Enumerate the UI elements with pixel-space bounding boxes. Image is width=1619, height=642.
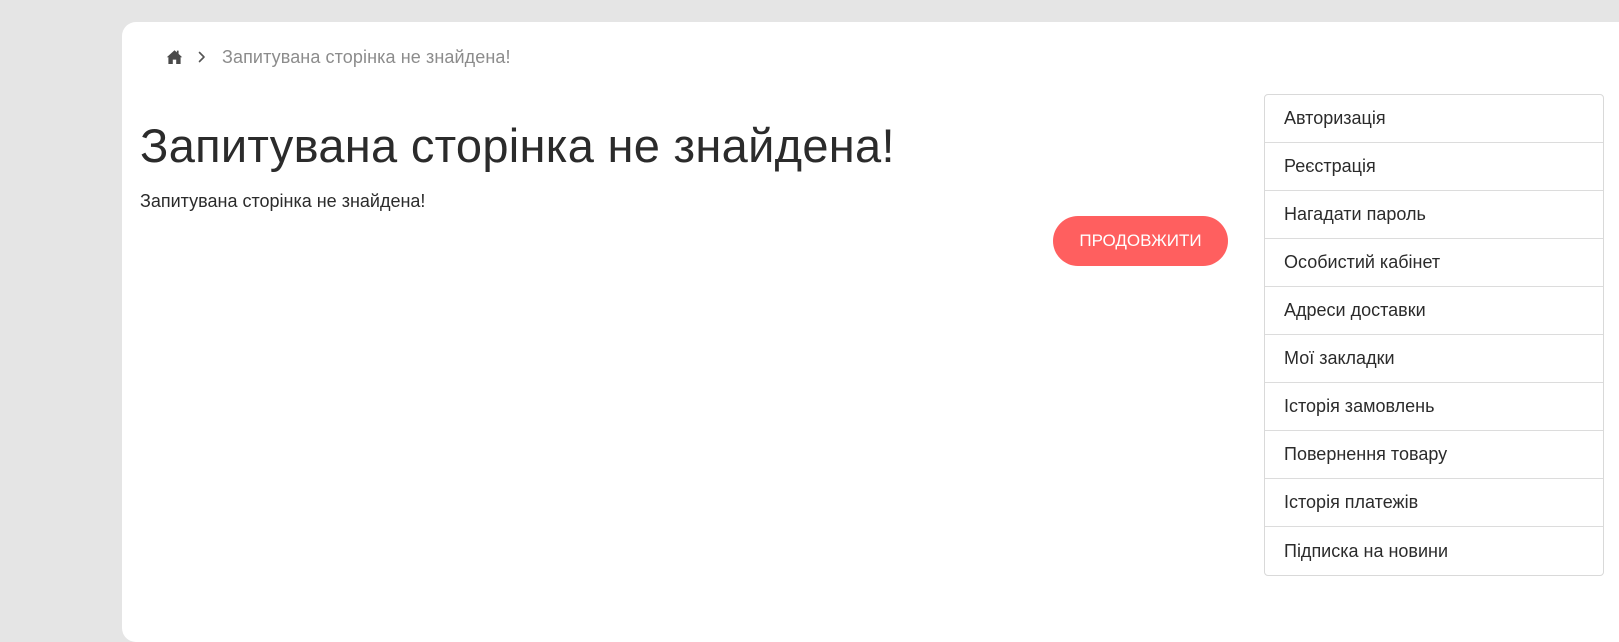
sidebar-item-wishlist[interactable]: Мої закладки <box>1265 335 1603 383</box>
continue-button[interactable]: Продовжити <box>1053 216 1228 266</box>
breadcrumb: Запитувана сторінка не знайдена! <box>166 47 511 67</box>
sidebar-item-returns[interactable]: Повернення товару <box>1265 431 1603 479</box>
sidebar-item-newsletter[interactable]: Підписка на новини <box>1265 527 1603 575</box>
sidebar-item-transactions[interactable]: Історія платежів <box>1265 479 1603 527</box>
sidebar-item-forgot-password[interactable]: Нагадати пароль <box>1265 191 1603 239</box>
sidebar-item-login[interactable]: Авторизація <box>1265 95 1603 143</box>
content-card: Запитувана сторінка не знайдена! Запитув… <box>122 22 1619 642</box>
account-menu: Авторизація Реєстрація Нагадати пароль О… <box>1264 94 1604 576</box>
page-message: Запитувана сторінка не знайдена! <box>140 191 426 211</box>
breadcrumb-current: Запитувана сторінка не знайдена! <box>222 46 511 67</box>
sidebar-item-order-history[interactable]: Історія замовлень <box>1265 383 1603 431</box>
sidebar-item-account[interactable]: Особистий кабінет <box>1265 239 1603 287</box>
chevron-right-icon <box>198 51 206 63</box>
page-title: Запитувана сторінка не знайдена! <box>140 119 895 172</box>
home-icon[interactable] <box>166 49 183 65</box>
sidebar-item-register[interactable]: Реєстрація <box>1265 143 1603 191</box>
sidebar-item-addresses[interactable]: Адреси доставки <box>1265 287 1603 335</box>
